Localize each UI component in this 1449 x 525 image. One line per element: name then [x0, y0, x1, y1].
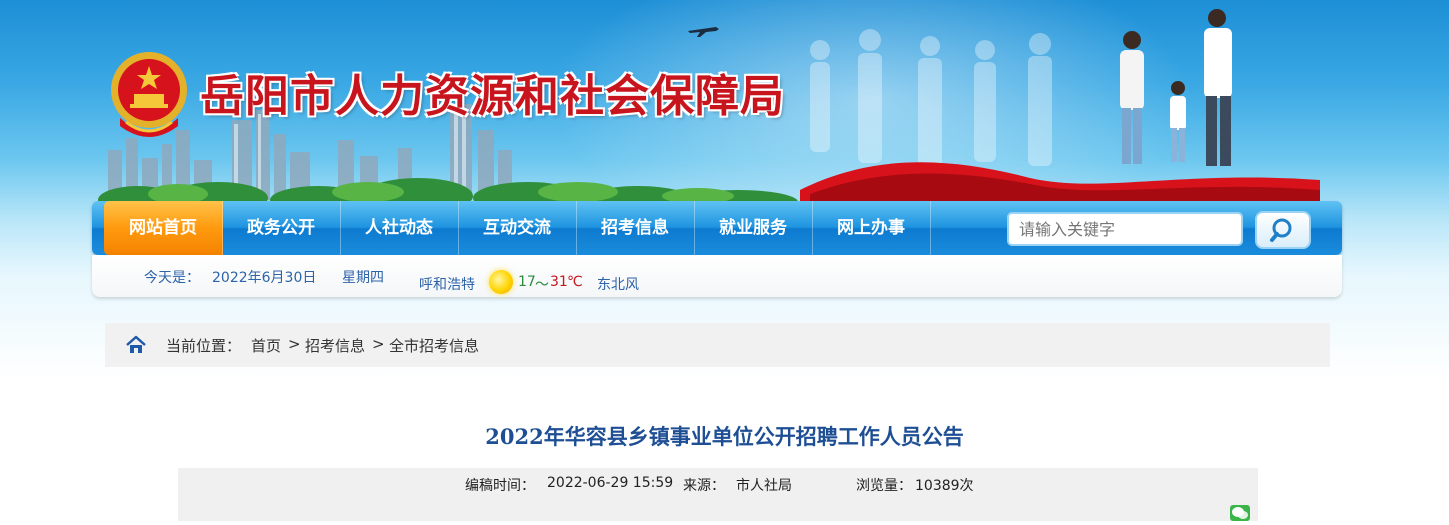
nav-item-news[interactable]: 人社动态: [340, 201, 459, 255]
breadcrumb-city-recruitment[interactable]: 全市招考信息: [389, 335, 479, 356]
temp-low: 17: [518, 274, 536, 290]
nav-item-home[interactable]: 网站首页: [104, 201, 223, 255]
wind-direction: 东北风: [597, 277, 639, 293]
nav-item-online-services[interactable]: 网上办事: [812, 201, 931, 255]
source-value: 市人社局: [736, 478, 792, 494]
breadcrumb-label: 当前位置：: [166, 337, 242, 355]
nav-item-employment[interactable]: 就业服务: [694, 201, 813, 255]
national-emblem-icon: [111, 52, 187, 137]
article-meta: 编稿时间： 2022-06-29 15:59 来源： 市人社局 浏览量： 103…: [178, 468, 1258, 521]
temp-unit: ℃: [567, 274, 583, 290]
weather-city: 呼和浩特: [419, 277, 475, 293]
edit-time-label: 编稿时间：: [465, 478, 535, 494]
breadcrumb-separator: >: [372, 335, 385, 353]
current-date: 2022年6月30日: [212, 270, 317, 286]
article-title: 2022年华容县乡镇事业单位公开招聘工作人员公告: [485, 424, 964, 449]
weekday: 星期四: [342, 270, 384, 286]
site-title: 岳阳市人力资源和社会保障局: [200, 71, 785, 122]
temp-separator: ～: [535, 277, 549, 293]
nav-item-interaction[interactable]: 互动交流: [458, 201, 577, 255]
wechat-bubble-icon: [1232, 507, 1248, 519]
edit-time: 2022-06-29 15:59: [547, 475, 674, 491]
search-icon: [1270, 218, 1292, 242]
info-bar: 今天是： 2022年6月30日 星期四 呼和浩特 17 ～ 31 ℃ 东北风: [92, 255, 1342, 297]
nav-item-recruitment[interactable]: 招考信息: [576, 201, 695, 255]
main-nav: 网站首页 政务公开 人社动态 互动交流 招考信息 就业服务 网上办事: [92, 201, 1342, 255]
temp-high: 31: [550, 274, 568, 290]
airplane-icon: [688, 27, 719, 37]
nav-item-government-affairs[interactable]: 政务公开: [222, 201, 341, 255]
views-label: 浏览量：: [856, 478, 912, 494]
breadcrumb-home[interactable]: 首页: [251, 335, 281, 356]
red-ribbon-graphic: [800, 162, 1320, 202]
home-icon: [126, 335, 146, 353]
wechat-icon[interactable]: [1230, 505, 1250, 521]
source-label: 来源：: [683, 478, 725, 494]
search-input[interactable]: [1009, 214, 1239, 244]
today-label: 今天是：: [144, 270, 200, 286]
sun-icon: [489, 270, 513, 294]
views-count: 10389次: [915, 478, 974, 494]
breadcrumb-separator: >: [288, 335, 301, 353]
breadcrumb-recruitment[interactable]: 招考信息: [305, 335, 365, 356]
search-box: [1007, 212, 1243, 246]
search-button[interactable]: [1255, 211, 1311, 249]
breadcrumb: 当前位置： 首页 > 招考信息 > 全市招考信息: [105, 323, 1330, 367]
